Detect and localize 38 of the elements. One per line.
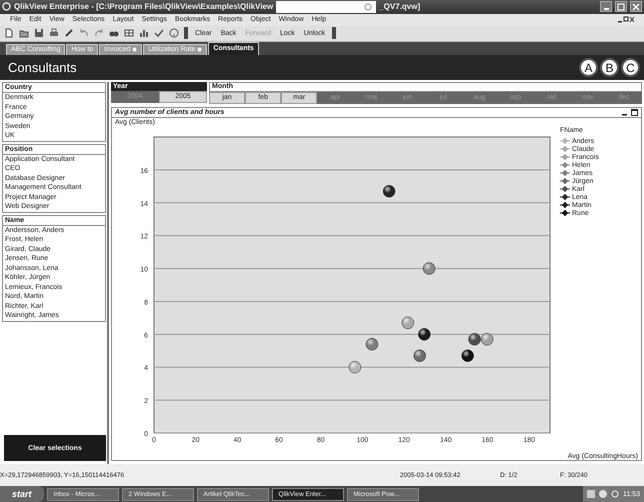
save-icon[interactable] [34,28,44,38]
data-point [422,262,436,276]
data-point [480,333,494,346]
window-controls-icon[interactable] [618,16,634,24]
window-title: _QV7.qvw] [379,2,420,12]
data-point [418,328,431,342]
new-document-icon[interactable] [4,28,14,38]
close-icon [632,2,640,11]
maximize-button[interactable] [615,1,627,12]
start-button[interactable]: start [0,486,44,502]
data-point [402,317,414,330]
minimize-button[interactable] [600,1,612,12]
state-button[interactable]: A [579,58,598,78]
data-point [461,350,474,362]
bar-chart-icon[interactable] [139,28,149,38]
sheet-title: Consultants [8,60,77,76]
redo-icon[interactable] [94,28,104,38]
data-point [382,185,396,198]
help-icon[interactable] [169,28,179,38]
data-point [413,350,426,362]
data-point [348,361,362,374]
app-icon [2,2,11,12]
close-button[interactable] [630,1,642,12]
undo-icon[interactable] [79,28,89,38]
checkmark-icon[interactable] [154,28,164,38]
minimize-icon [604,8,608,10]
state-button[interactable]: B [600,58,619,78]
data-point [366,338,378,351]
data-point [468,333,481,346]
maximize-icon[interactable] [631,109,638,116]
maximize-icon [617,2,625,11]
spinner-icon [364,2,372,11]
pencil-icon[interactable] [64,28,74,38]
print-icon[interactable] [49,28,59,38]
state-button[interactable]: C [621,58,640,78]
window-title: QlikView Enterprise - [C:\Program Files\QlikView\Examples\QlikView [14,2,274,12]
table-icon[interactable] [124,28,134,38]
open-folder-icon[interactable] [19,28,29,38]
